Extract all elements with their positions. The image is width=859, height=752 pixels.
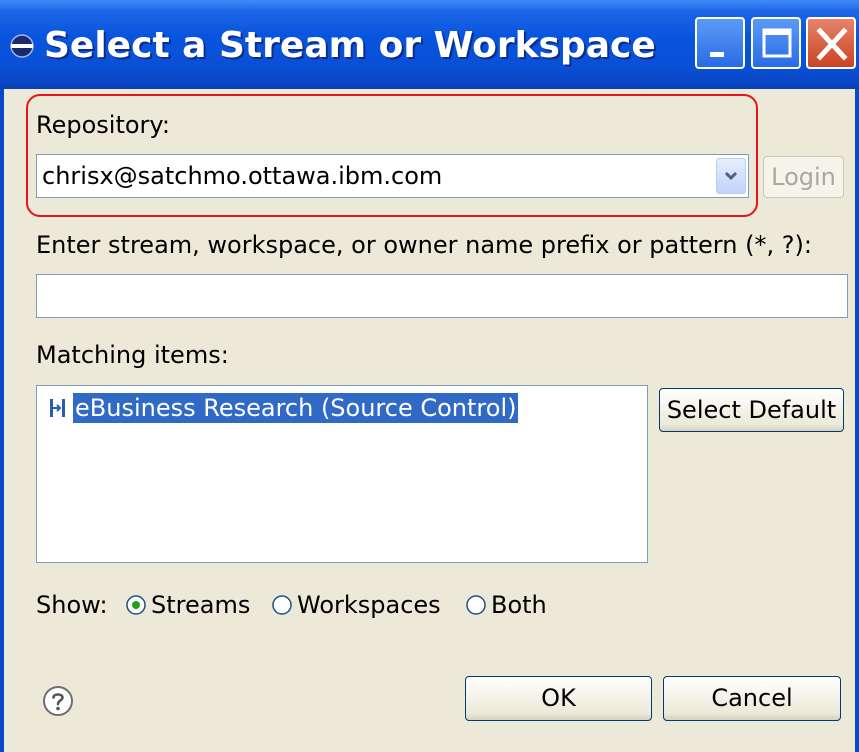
close-icon bbox=[816, 27, 848, 61]
combo-dropdown-button[interactable] bbox=[716, 158, 746, 194]
stream-icon bbox=[10, 34, 34, 58]
window-title: Select a Stream or Workspace bbox=[44, 25, 656, 66]
repository-combo-value: chrisx@satchmo.ottawa.ibm.com bbox=[42, 162, 443, 190]
cancel-button[interactable]: Cancel bbox=[663, 676, 841, 721]
title-bar[interactable]: Select a Stream or Workspace bbox=[0, 0, 859, 89]
maximize-icon bbox=[762, 28, 792, 58]
radio-both-label: Both bbox=[491, 591, 547, 619]
matching-items-label: Matching items: bbox=[36, 341, 229, 369]
show-label: Show: bbox=[36, 591, 108, 619]
chevron-down-icon bbox=[724, 171, 738, 181]
minimize-icon bbox=[710, 52, 724, 57]
ok-button[interactable]: OK bbox=[465, 676, 652, 721]
login-button[interactable]: Login bbox=[763, 156, 844, 198]
close-button[interactable] bbox=[806, 17, 856, 69]
help-icon[interactable] bbox=[42, 685, 74, 717]
repository-combo[interactable]: chrisx@satchmo.ottawa.ibm.com bbox=[36, 154, 749, 198]
radio-streams-label: Streams bbox=[151, 591, 251, 619]
maximize-button[interactable] bbox=[751, 17, 801, 69]
radio-unchecked-icon bbox=[466, 595, 486, 615]
radio-checked-icon bbox=[126, 595, 146, 615]
filter-label: Enter stream, workspace, or owner name p… bbox=[36, 231, 812, 259]
filter-input[interactable] bbox=[36, 274, 848, 318]
minimize-button[interactable] bbox=[695, 17, 745, 69]
radio-unchecked-icon bbox=[272, 595, 292, 615]
radio-workspaces-label: Workspaces bbox=[297, 591, 441, 619]
list-item-label: eBusiness Research (Source Control) bbox=[73, 393, 519, 423]
matching-items-list[interactable]: eBusiness Research (Source Control) bbox=[36, 385, 648, 563]
repository-label: Repository: bbox=[36, 111, 170, 139]
select-default-button[interactable]: Select Default bbox=[659, 388, 844, 432]
stream-item-icon bbox=[50, 399, 65, 417]
dialog-content: Repository: chrisx@satchmo.ottawa.ibm.co… bbox=[0, 89, 859, 752]
dialog-window: Select a Stream or Workspace Repository:… bbox=[0, 0, 859, 752]
